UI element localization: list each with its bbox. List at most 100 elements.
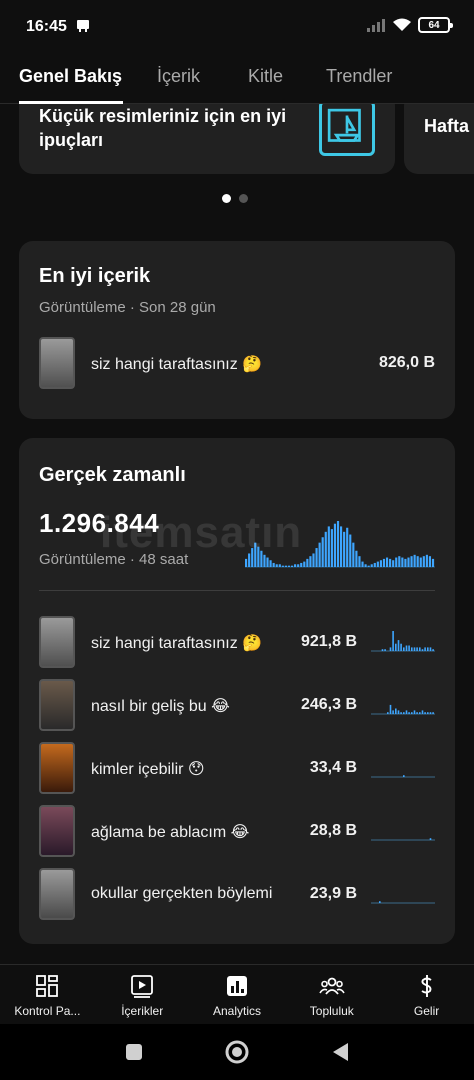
chart-bar	[245, 558, 248, 567]
realtime-video-title[interactable]: nasıl bir geliş bu 😂	[91, 696, 230, 716]
chart-bar	[376, 561, 379, 567]
chart-bar	[327, 526, 330, 567]
tip-card-text: Küçük resimleriniz için en iyi ipuçları	[39, 106, 287, 150]
chart-bar	[404, 558, 407, 567]
video-thumbnail[interactable]	[39, 679, 75, 731]
chart-bar	[355, 550, 358, 567]
chart-bar	[358, 556, 361, 567]
chart-bar	[281, 565, 284, 567]
chart-bar	[370, 564, 373, 567]
chart-bar	[306, 558, 309, 567]
top-video-title[interactable]: siz hangi taraftasınız 🤔	[91, 354, 262, 374]
realtime-video-title[interactable]: ağlama be ablacım 😂	[91, 822, 249, 842]
realtime-sparkline	[371, 775, 435, 778]
nav-analytics[interactable]: Analytics	[190, 965, 285, 1024]
chart-bar	[373, 562, 376, 567]
chart-bar	[272, 562, 275, 567]
chart-bar	[275, 564, 278, 567]
tab-audience[interactable]: Kitle	[248, 66, 283, 87]
realtime-video-views: 28,8 B	[309, 822, 357, 839]
tab-trends[interactable]: Trendler	[326, 66, 392, 87]
chart-bar	[263, 554, 266, 567]
chart-bar	[349, 534, 352, 567]
nav-community-label: Topluluk	[309, 1004, 354, 1018]
analytics-tabs: Genel Bakış İçerik Kitle Trendler	[0, 52, 474, 104]
cellular-signal-icon	[367, 19, 385, 32]
nav-dashboard[interactable]: Kontrol Pa...	[0, 965, 95, 1024]
notification-icon	[77, 20, 89, 32]
chart-bar	[340, 526, 343, 567]
carousel-indicator	[222, 194, 248, 203]
top-video-views: 826,0 B	[378, 354, 435, 371]
chart-bar	[364, 564, 367, 567]
nav-earn-label: Gelir	[413, 1004, 440, 1018]
chart-bar	[294, 564, 297, 567]
bottom-navigation: Kontrol Pa... İçerikler Analytics Toplul…	[0, 964, 474, 1024]
realtime-card: Gerçek zamanlı 1.296.844 Görüntüleme · 4…	[19, 438, 455, 944]
chart-bar	[367, 565, 370, 567]
realtime-video-title[interactable]: siz hangi taraftasınız 🤔	[91, 633, 262, 653]
tips-carousel[interactable]: Küçük resimleriniz için en iyi ipuçları …	[0, 104, 474, 174]
chart-bar	[352, 542, 355, 567]
realtime-sparkline	[371, 631, 435, 652]
chart-bar	[257, 546, 260, 567]
video-thumbnail[interactable]	[39, 805, 75, 857]
chart-bar	[392, 560, 395, 567]
chart-bar	[324, 531, 327, 567]
chart-bar	[321, 537, 324, 567]
chart-bar	[318, 542, 321, 567]
back-triangle-icon	[333, 1043, 348, 1061]
status-bar: 16:45 64	[0, 0, 474, 52]
square-icon	[126, 1044, 142, 1060]
wifi-icon	[393, 18, 411, 31]
realtime-title: Gerçek zamanlı	[39, 464, 186, 486]
status-time: 16:45	[26, 18, 67, 35]
chart-bar	[346, 527, 349, 567]
home-button[interactable]	[223, 1038, 251, 1066]
nav-community[interactable]: Topluluk	[284, 965, 379, 1024]
realtime-video-title[interactable]: okullar gerçekten böylemi	[91, 885, 272, 903]
top-content-title: En iyi içerik	[39, 265, 151, 287]
analytics-icon	[226, 976, 247, 996]
back-button[interactable]	[326, 1038, 354, 1066]
chart-bar	[379, 560, 382, 567]
video-thumbnail[interactable]	[39, 868, 75, 920]
tab-overview[interactable]: Genel Bakış	[19, 66, 122, 87]
realtime-video-views: 921,8 B	[300, 633, 357, 650]
tip-card-weekly[interactable]: Hafta	[404, 104, 474, 174]
chart-bar	[413, 554, 416, 567]
carousel-dot-active	[222, 194, 231, 203]
realtime-video-views: 246,3 B	[300, 696, 357, 713]
video-thumbnail[interactable]	[39, 742, 75, 794]
realtime-bar-chart	[245, 521, 435, 568]
battery-icon: 64	[418, 17, 453, 33]
video-thumbnail[interactable]	[39, 616, 75, 668]
tip-card2-text: Hafta	[424, 116, 470, 136]
chart-bar	[382, 558, 386, 567]
chart-bar	[361, 561, 364, 567]
tab-content[interactable]: İçerik	[157, 66, 200, 87]
realtime-divider	[39, 590, 435, 591]
chart-bar	[416, 556, 419, 567]
chart-bar	[287, 565, 291, 567]
chart-bar	[425, 554, 428, 567]
realtime-video-views: 33,4 B	[309, 759, 357, 776]
tip-card-thumbnails[interactable]: Küçük resimleriniz için en iyi ipuçları	[19, 104, 395, 174]
top-content-card: En iyi içerik Görüntüleme · Son 28 gün s…	[19, 241, 455, 419]
chart-bar	[410, 556, 413, 567]
chart-bar	[343, 531, 346, 567]
chart-bar	[431, 558, 435, 567]
realtime-sparkline	[371, 704, 435, 715]
chart-bar	[407, 557, 410, 567]
nav-earn[interactable]: Gelir	[379, 965, 474, 1024]
chart-bar	[269, 560, 272, 567]
video-thumbnail[interactable]	[39, 337, 75, 389]
recent-apps-button[interactable]	[120, 1038, 148, 1066]
chart-bar	[385, 557, 389, 567]
chart-bar	[251, 548, 254, 567]
chart-bar	[330, 529, 333, 567]
realtime-video-title[interactable]: kimler içebilir 😯	[91, 759, 205, 779]
nav-content[interactable]: İçerikler	[95, 965, 190, 1024]
home-circle-icon	[225, 1040, 249, 1064]
chart-bar	[401, 557, 404, 567]
